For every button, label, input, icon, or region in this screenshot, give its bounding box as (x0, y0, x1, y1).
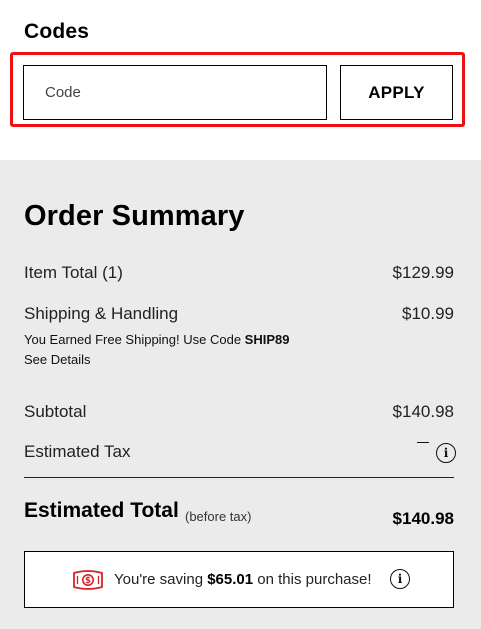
code-input[interactable] (23, 65, 327, 120)
free-shipping-promo: You Earned Free Shipping! Use Code SHIP8… (24, 332, 289, 347)
order-summary-title: Order Summary (24, 200, 245, 232)
codes-title: Codes (24, 20, 90, 43)
savings-amount: $65.01 (207, 571, 254, 588)
svg-text:$: $ (85, 576, 91, 586)
order-summary: Order Summary Item Total (1) $129.99 Shi… (0, 160, 481, 629)
see-details-link[interactable]: See Details (24, 352, 90, 367)
estimated-total-label: Estimated Total (24, 499, 179, 522)
promo-code: SHIP89 (244, 332, 290, 347)
codes-section: Codes APPLY (0, 0, 481, 160)
shipping-label: Shipping & Handling (24, 304, 179, 323)
money-icon: $ (73, 570, 103, 590)
estimated-tax-label: Estimated Tax (24, 442, 131, 461)
item-total-label: Item Total (1) (24, 263, 123, 282)
subtotal-value: $140.98 (392, 402, 454, 421)
promo-text: You Earned Free Shipping! Use Code (24, 332, 245, 347)
savings-text: You're saving $65.01 on this purchase! (114, 571, 372, 588)
savings-prefix: You're saving (114, 571, 208, 588)
tax-info-icon[interactable]: i (436, 443, 456, 463)
apply-button[interactable]: APPLY (340, 65, 453, 120)
before-tax-note: (before tax) (185, 509, 252, 524)
savings-suffix: on this purchase! (253, 571, 372, 588)
savings-info-icon[interactable]: i (390, 569, 410, 589)
estimated-tax-dash (417, 442, 429, 443)
item-total-value: $129.99 (392, 263, 454, 282)
shipping-value: $10.99 (402, 304, 454, 323)
savings-banner: $ You're saving $65.01 on this purchase!… (24, 551, 454, 608)
summary-divider (24, 477, 454, 478)
subtotal-label: Subtotal (24, 402, 87, 421)
estimated-total-value: $140.98 (392, 509, 454, 528)
